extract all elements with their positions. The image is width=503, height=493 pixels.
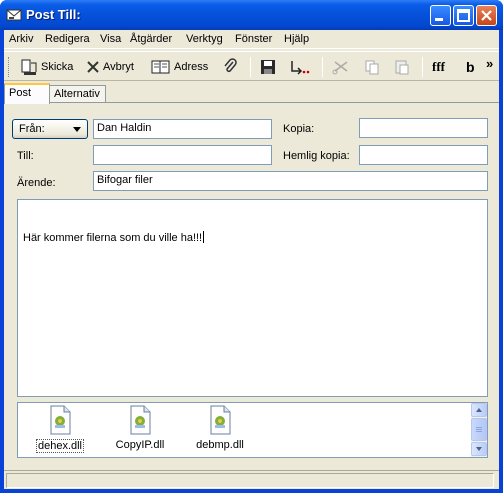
save-button[interactable] [260, 57, 276, 77]
font-button[interactable]: fff [432, 57, 445, 77]
mail-icon [6, 9, 22, 21]
post-panel: Från: Dan Haldin Till: Ärende: Bifogar f… [4, 102, 499, 489]
to-field[interactable] [93, 145, 272, 165]
arrow-down-icon [476, 447, 482, 451]
overflow-chevron-icon: » [486, 55, 494, 71]
send-label: Skicka [41, 61, 74, 73]
message-body-editor[interactable]: Här kommer filerna som du ville ha!!! [17, 199, 488, 397]
attachment-name: debmp.dll [196, 439, 244, 451]
to-label: Till: [17, 150, 34, 162]
dll-file-icon [126, 405, 154, 435]
send-icon [21, 59, 37, 75]
address-label: Adress [174, 61, 209, 73]
menu-redigera[interactable]: Redigera [45, 33, 90, 45]
status-pane [6, 473, 494, 488]
attachment-item[interactable]: debmp.dll [190, 405, 250, 451]
toolbar-separator [250, 57, 251, 77]
maximize-icon [457, 9, 470, 22]
tab-post[interactable]: Post [4, 83, 50, 104]
tab-strip: Alternativ Post [4, 83, 499, 104]
paperclip-icon [224, 58, 237, 73]
address-button[interactable]: Adress [151, 57, 208, 77]
attachment-item[interactable]: CopyIP.dll [110, 405, 170, 451]
attachment-name: dehex.dll [35, 439, 85, 453]
priority-arrow-icon [291, 61, 310, 75]
font-label: fff [432, 59, 445, 74]
cc-label: Kopia: [283, 123, 315, 135]
from-field[interactable]: Dan Haldin [93, 119, 272, 139]
from-dropdown[interactable]: Från: [12, 119, 88, 139]
paste-button[interactable] [394, 57, 410, 77]
cancel-icon [87, 61, 99, 73]
attach-button[interactable] [222, 57, 238, 77]
scissors-icon [332, 61, 348, 75]
subject-label: Ärende: [17, 177, 56, 189]
menu-hjalp[interactable]: Hjälp [284, 33, 309, 45]
bcc-field[interactable] [359, 145, 488, 165]
title-bar[interactable]: Post Till: [0, 0, 503, 30]
client-area: Arkiv Redigera Visa Åtgärder Verktyg Fön… [4, 30, 499, 489]
menu-bar: Arkiv Redigera Visa Åtgärder Verktyg Fön… [4, 30, 499, 49]
text-caret [203, 231, 205, 243]
tab-alternativ-label: Alternativ [54, 88, 100, 100]
copy-icon [365, 60, 379, 75]
chevron-down-icon [73, 127, 81, 132]
tab-alternativ[interactable]: Alternativ [49, 85, 106, 103]
menu-visa[interactable]: Visa [100, 33, 121, 45]
scroll-down-button[interactable] [471, 442, 487, 456]
subject-field[interactable]: Bifogar filer [93, 171, 488, 191]
toolbar: Skicka Avbryt Adress fff b » [4, 51, 499, 81]
attachments-list[interactable]: dehex.dll CopyIP.dll debmp.dll [17, 402, 488, 458]
cancel-button[interactable]: Avbryt [86, 57, 134, 77]
copy-button[interactable] [364, 57, 380, 77]
dll-file-icon [206, 405, 234, 435]
dll-file-icon [46, 405, 74, 435]
message-body-content: Här kommer filerna som du ville ha!!! [23, 232, 203, 244]
tab-post-label: Post [9, 87, 32, 99]
bold-button[interactable]: b [466, 57, 475, 77]
close-button[interactable] [476, 5, 497, 26]
attachment-name: CopyIP.dll [115, 439, 165, 451]
close-icon [481, 10, 492, 21]
attachment-item[interactable]: dehex.dll [30, 405, 90, 453]
bold-label: b [466, 59, 475, 75]
minimize-button[interactable] [430, 5, 451, 26]
status-bar [4, 470, 499, 489]
toolbar-separator [322, 57, 323, 77]
priority-button[interactable] [290, 57, 310, 77]
paste-icon [395, 60, 409, 75]
window-title: Post Till: [26, 7, 81, 22]
from-label: Från: [19, 123, 45, 135]
floppy-disk-icon [261, 60, 275, 74]
cancel-label: Avbryt [103, 61, 134, 73]
send-button[interactable]: Skicka [20, 57, 73, 77]
menu-atgarder[interactable]: Åtgärder [130, 33, 172, 45]
minimize-icon [435, 18, 443, 21]
message-body-text: Här kommer filerna som du ville ha!!! [23, 231, 205, 244]
toolbar-grip[interactable] [8, 57, 11, 77]
cut-button[interactable] [332, 57, 350, 77]
attachments-scrollbar[interactable] [471, 403, 487, 457]
menu-fonster[interactable]: Fönster [235, 33, 272, 45]
address-book-icon [151, 60, 170, 74]
scroll-up-button[interactable] [471, 403, 487, 417]
arrow-up-icon [476, 408, 482, 412]
cc-field[interactable] [359, 118, 488, 138]
toolbar-separator [422, 57, 423, 77]
maximize-button[interactable] [453, 5, 474, 26]
toolbar-overflow-button[interactable]: » [486, 53, 493, 73]
bcc-label: Hemlig kopia: [283, 150, 350, 162]
menu-verktyg[interactable]: Verktyg [186, 33, 223, 45]
scroll-thumb[interactable] [471, 418, 487, 441]
compose-window: Post Till: Arkiv Redigera Visa Åtgärder … [0, 0, 503, 493]
menu-arkiv[interactable]: Arkiv [9, 33, 33, 45]
